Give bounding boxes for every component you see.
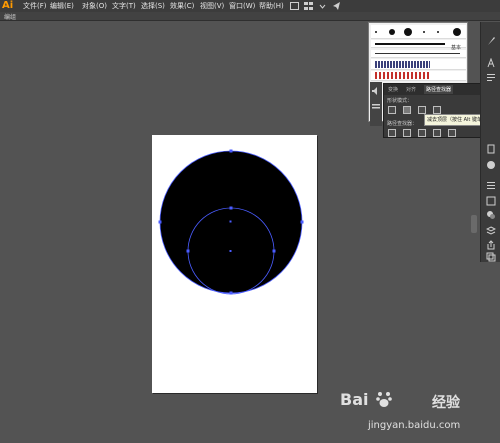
align-icon[interactable] (486, 180, 496, 190)
right-panel-dock (480, 22, 500, 262)
minus-front-button[interactable] (403, 106, 411, 114)
tab-align[interactable]: 对齐 (406, 86, 416, 93)
export-icon[interactable] (486, 240, 496, 250)
document-icon[interactable] (486, 144, 496, 154)
audio-icon[interactable] (371, 86, 381, 96)
watermark-url: jingyan.baidu.com (368, 420, 461, 431)
brush-swatch[interactable] (375, 31, 377, 33)
pathfinder-panel: 变换 对齐 路径查找器 形状模式： 路径查找器： (383, 83, 493, 138)
baidu-jingyan-watermark: Bai 经验 jingyan.baidu.com (340, 390, 500, 443)
unite-button[interactable] (388, 106, 396, 114)
brush-icon[interactable] (486, 36, 496, 46)
artboards-icon[interactable] (486, 252, 496, 262)
tab-transform[interactable]: 变换 (388, 86, 398, 93)
outline-button[interactable] (448, 129, 456, 137)
brush-row-pattern-red[interactable] (371, 71, 466, 81)
type-icon[interactable] (486, 58, 496, 68)
tab-pathfinder[interactable]: 路径查找器 (424, 85, 454, 94)
panel-dock-strip (370, 82, 382, 126)
brush-swatch[interactable] (453, 28, 461, 36)
intersect-button[interactable] (418, 106, 426, 114)
graphic-styles-icon[interactable] (486, 160, 496, 170)
swatches-icon[interactable] (486, 210, 496, 220)
merge-button[interactable] (418, 129, 426, 137)
brush-swatch[interactable] (423, 31, 425, 33)
panel-tabs: 变换 对齐 路径查找器 (384, 84, 492, 95)
divide-button[interactable] (388, 129, 396, 137)
paw-icon (376, 392, 392, 407)
brush-library-icon[interactable] (371, 102, 381, 112)
brush-swatch[interactable] (404, 28, 412, 36)
brush-row-line[interactable] (371, 50, 466, 58)
paragraph-icon[interactable] (486, 72, 496, 82)
trim-button[interactable] (403, 129, 411, 137)
crop-button[interactable] (433, 129, 441, 137)
brush-swatch[interactable] (389, 29, 395, 35)
brush-swatch[interactable] (437, 31, 439, 33)
brush-row-pattern-blue[interactable] (371, 59, 466, 70)
layers-icon[interactable] (486, 226, 496, 236)
pathfinders-label: 路径查找器： (387, 121, 418, 127)
exclude-button[interactable] (433, 106, 441, 114)
brush-row-dots[interactable] (371, 25, 466, 39)
shape-modes-label: 形状模式： (387, 98, 413, 104)
transform-icon[interactable] (486, 196, 496, 206)
watermark-logo: Bai (340, 390, 369, 409)
watermark-jingyan: 经验 (432, 395, 460, 411)
